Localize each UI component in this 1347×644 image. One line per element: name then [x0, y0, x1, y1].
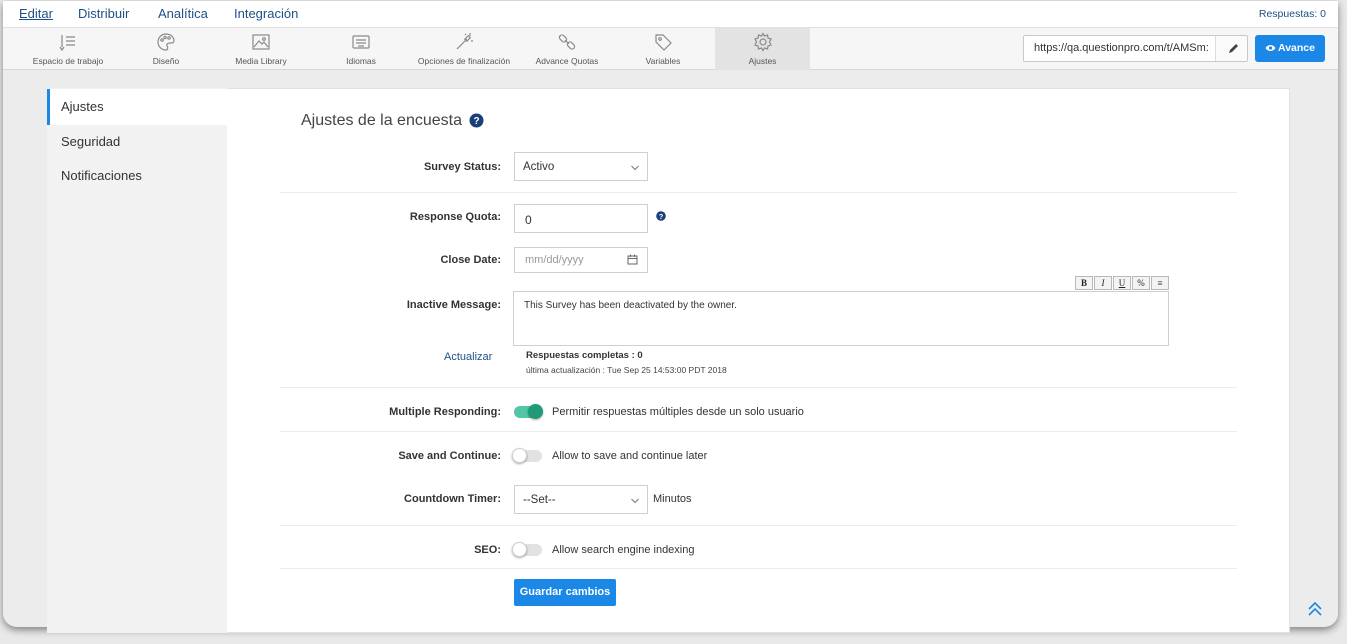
save-continue-toggle[interactable]	[512, 448, 542, 463]
strikethrough-button[interactable]: ≡	[1151, 276, 1169, 290]
bold-button[interactable]: B	[1075, 276, 1093, 290]
link-button[interactable]: %	[1132, 276, 1150, 290]
last-update-label: última actualización : Tue Sep 25 14:53:…	[526, 365, 727, 375]
tool-label: Variables	[645, 56, 681, 66]
divider	[280, 192, 1237, 193]
tool-label: Media Library	[235, 56, 287, 66]
tool-label: Opciones de finalización	[417, 56, 511, 66]
tool-label: Espacio de trabajo	[32, 56, 104, 66]
tool-finish-options[interactable]: Opciones de finalización	[411, 28, 517, 70]
divider	[280, 568, 1237, 569]
inactive-message-textarea[interactable]: This Survey has been deactivated by the …	[513, 291, 1169, 346]
multiple-responding-toggle[interactable]	[514, 404, 543, 419]
inactive-message-label: Inactive Message:	[406, 299, 501, 311]
tool-design[interactable]: Diseño	[131, 28, 201, 70]
countdown-timer-value: --Set--	[523, 494, 556, 506]
countdown-timer-select[interactable]: --Set--	[514, 485, 648, 514]
sidenav-item-seguridad[interactable]: Seguridad	[47, 124, 227, 160]
sidenav-item-notificaciones[interactable]: Notificaciones	[47, 158, 227, 194]
toggle-knob	[512, 542, 527, 557]
toggle-knob	[528, 404, 543, 419]
preview-label: Avance	[1278, 42, 1315, 54]
close-date-label: Close Date:	[440, 254, 501, 266]
tool-variables[interactable]: Variables	[627, 28, 699, 70]
chevron-down-icon	[631, 165, 639, 171]
responses-count[interactable]: Respuestas: 0	[1259, 8, 1326, 20]
tool-media-library[interactable]: Media Library	[221, 28, 301, 70]
help-icon[interactable]: ?	[469, 113, 484, 128]
svg-text:?: ?	[473, 116, 479, 127]
palette-icon	[157, 33, 175, 51]
survey-status-value: Activo	[523, 161, 555, 173]
tool-label: Idiomas	[346, 56, 376, 66]
tool-languages[interactable]: Idiomas	[321, 28, 401, 70]
tool-label: Advance Quotas	[535, 56, 599, 66]
gear-icon	[753, 32, 772, 52]
multiple-responding-text: Permitir respuestas múltiples desde un s…	[552, 406, 804, 418]
response-quota-input[interactable]: 0	[514, 204, 648, 233]
save-continue-text: Allow to save and continue later	[552, 450, 708, 462]
complete-responses-label: Respuestas completas : 0	[526, 350, 643, 361]
close-date-placeholder: mm/dd/yyyy	[525, 254, 584, 266]
rich-text-toolbar: B I U % ≡	[1075, 276, 1170, 290]
menu-editar[interactable]: Editar	[19, 6, 53, 21]
tag-icon	[655, 34, 672, 51]
save-changes-button[interactable]: Guardar cambios	[514, 579, 616, 606]
settings-sidenav: Ajustes Seguridad Notificaciones	[47, 88, 227, 633]
preview-button[interactable]: Avance	[1255, 35, 1325, 62]
survey-status-select[interactable]: Activo	[514, 152, 648, 181]
menu-analitica[interactable]: Analítica	[158, 6, 208, 21]
update-link[interactable]: Actualizar	[444, 351, 492, 363]
scroll-top-icon[interactable]	[1306, 600, 1324, 618]
close-date-input[interactable]: mm/dd/yyyy	[514, 247, 648, 273]
tool-label: Ajustes	[748, 56, 777, 66]
top-menu: Editar Distribuir Analítica Integración …	[3, 1, 1338, 27]
survey-url-text: https://qa.questionpro.com/t/AMSm:	[1034, 42, 1209, 54]
link-chain-icon	[558, 34, 576, 50]
calendar-icon[interactable]	[627, 254, 638, 265]
sidenav-item-ajustes[interactable]: Ajustes	[47, 89, 227, 125]
multiple-responding-label: Multiple Responding:	[389, 406, 501, 418]
tool-advance-quotas[interactable]: Advance Quotas	[529, 28, 605, 70]
workspace-icon	[59, 35, 75, 52]
tool-settings[interactable]: Ajustes	[715, 28, 810, 70]
page-title: Ajustes de la encuesta	[301, 112, 462, 129]
eye-icon	[1265, 45, 1276, 51]
seo-text: Allow search engine indexing	[552, 544, 695, 556]
chevron-down-icon	[631, 498, 639, 504]
divider	[280, 525, 1237, 526]
help-icon[interactable]: ?	[656, 211, 666, 221]
seo-toggle[interactable]	[512, 542, 542, 557]
divider	[280, 387, 1237, 388]
italic-button[interactable]: I	[1094, 276, 1112, 290]
pencil-icon[interactable]	[1215, 36, 1247, 61]
toolbar: Espacio de trabajo Diseño Media Library …	[3, 27, 1338, 70]
tool-workspace[interactable]: Espacio de trabajo	[23, 28, 113, 70]
toggle-knob	[512, 448, 527, 463]
survey-url-field[interactable]: https://qa.questionpro.com/t/AMSm:	[1023, 35, 1248, 62]
image-icon	[252, 34, 270, 50]
magic-wand-icon	[456, 33, 473, 50]
divider	[280, 431, 1237, 432]
underline-button[interactable]: U	[1113, 276, 1131, 290]
seo-label: SEO:	[474, 544, 501, 556]
tool-label: Diseño	[152, 56, 180, 66]
countdown-unit: Minutos	[653, 493, 692, 505]
menu-distribuir[interactable]: Distribuir	[78, 6, 129, 21]
survey-status-label: Survey Status:	[423, 161, 501, 173]
countdown-timer-label: Countdown Timer:	[404, 493, 501, 505]
svg-text:?: ?	[659, 212, 664, 221]
response-quota-label: Response Quota:	[409, 211, 501, 223]
save-continue-label: Save and Continue:	[398, 450, 501, 462]
menu-integracion[interactable]: Integración	[234, 6, 298, 21]
keyboard-icon	[352, 35, 370, 49]
